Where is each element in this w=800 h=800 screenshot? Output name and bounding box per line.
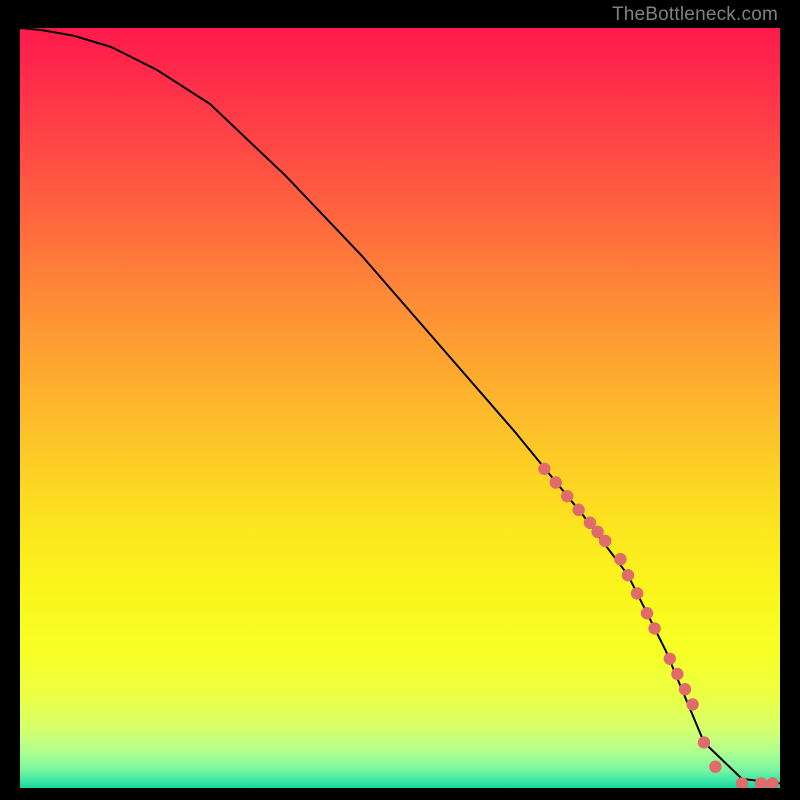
- chart-stage: TheBottleneck.com: [0, 0, 800, 800]
- marker-points: [538, 463, 778, 788]
- watermark-text: TheBottleneck.com: [612, 4, 778, 26]
- chart-svg: [20, 28, 780, 788]
- curve-line: [20, 28, 780, 783]
- plot-area: [20, 28, 780, 788]
